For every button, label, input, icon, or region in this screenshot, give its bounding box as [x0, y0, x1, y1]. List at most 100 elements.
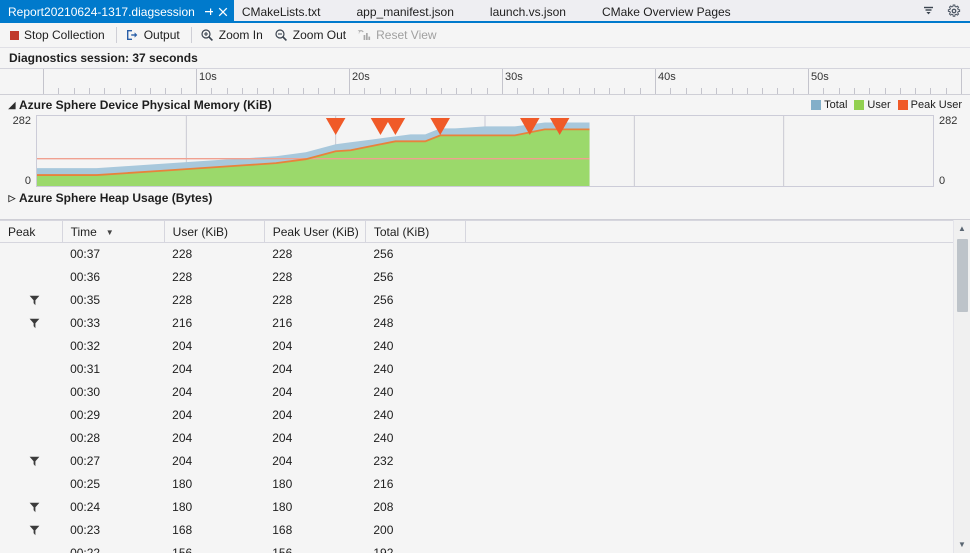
table-row[interactable]: 00:29 204 204 240 [0, 403, 953, 427]
ruler-minor-tick [395, 88, 396, 94]
ruler-minor-tick [120, 88, 121, 94]
cell-filler [465, 266, 953, 289]
output-label: Output [143, 28, 180, 42]
scrollbar-thumb[interactable] [956, 239, 968, 312]
cell-time: 00:29 [70, 408, 101, 422]
cell-filler [465, 358, 953, 381]
cell-peak-user: 204 [272, 431, 293, 445]
svg-text:?: ? [358, 30, 361, 36]
tab-list-dropdown-icon[interactable] [920, 3, 936, 19]
ruler-minor-tick [732, 88, 733, 94]
table-header-filler[interactable] [465, 220, 953, 243]
cell-peak [0, 266, 62, 289]
scrollbar-track[interactable] [954, 237, 970, 536]
output-button[interactable]: Output [121, 26, 187, 44]
cell-filler [465, 289, 953, 312]
memory-chart-svg [37, 116, 785, 186]
table-header-peak_user[interactable]: Peak User (KiB) [264, 220, 366, 243]
scroll-down-arrow-icon[interactable]: ▼ [954, 536, 970, 553]
table-row[interactable]: 00:24 180 180 208 [0, 495, 953, 519]
memory-chart-plot-area[interactable] [36, 115, 934, 187]
table-header-user[interactable]: User (KiB) [164, 220, 265, 243]
ruler-minor-tick [686, 88, 687, 94]
table-row[interactable]: 00:36 228 228 256 [0, 265, 953, 289]
timeline-ruler[interactable]: 10s 20s 30s 40s 50s [0, 69, 970, 95]
cell-time: 00:31 [70, 362, 101, 376]
tab-label: CMakeLists.txt [241, 4, 321, 19]
cell-peak [0, 450, 62, 473]
legend-swatch-user [854, 100, 865, 110]
table-row[interactable]: 00:35 228 228 256 [0, 288, 953, 312]
tab-app-manifest[interactable]: app_manifest.json [335, 0, 468, 23]
heap-usage-graph-header[interactable]: ▷ Azure Sphere Heap Usage (Bytes) [0, 187, 970, 209]
table-vertical-scrollbar[interactable]: ▲ ▼ [953, 220, 970, 553]
legend-item-peak-user: Peak User [897, 99, 962, 111]
cell-filler [465, 312, 953, 335]
table-row[interactable]: 00:31 204 204 240 [0, 357, 953, 381]
table-row[interactable]: 00:27 204 204 232 [0, 449, 953, 473]
peak-marker-icon [29, 525, 40, 536]
table-row[interactable]: 00:33 216 216 248 [0, 311, 953, 335]
pin-icon[interactable] [201, 3, 216, 20]
cell-time: 00:30 [70, 385, 101, 399]
tab-cmakelists[interactable]: CMakeLists.txt [234, 0, 335, 23]
ruler-minor-tick [701, 88, 702, 94]
memory-events-table: Peak Time ▼ User (KiB) Peak User (KiB) Total … [0, 220, 953, 553]
physical-memory-graph-title: Azure Sphere Device Physical Memory (KiB… [19, 98, 272, 112]
settings-gear-icon[interactable] [946, 3, 962, 19]
reset-view-button[interactable]: ? Reset View [353, 26, 443, 44]
cell-user: 228 [172, 293, 193, 307]
ruler-minor-tick [58, 88, 59, 94]
cell-peak-user: 204 [272, 408, 293, 422]
cell-user: 216 [172, 316, 193, 330]
cell-time: 00:33 [70, 316, 101, 330]
ruler-minor-tick [288, 88, 289, 94]
table-row[interactable]: 00:37 228 228 256 [0, 242, 953, 266]
cell-time: 00:22 [70, 546, 101, 553]
ruler-minor-tick [670, 88, 671, 94]
legend-swatch-total [811, 100, 822, 110]
close-icon[interactable] [216, 3, 231, 20]
tab-cmake-overview-pages[interactable]: CMake Overview Pages [580, 0, 745, 23]
ruler-minor-tick [716, 88, 717, 94]
ruler-minor-tick [777, 88, 778, 94]
table-header-total[interactable]: Total (KiB) [365, 220, 466, 243]
cell-filler [465, 335, 953, 358]
cell-total: 240 [373, 339, 394, 353]
table-header-time[interactable]: Time ▼ [62, 220, 165, 243]
stop-collection-button[interactable]: Stop Collection [6, 26, 112, 44]
table-row[interactable]: 00:30 204 204 240 [0, 380, 953, 404]
table-row[interactable]: 00:23 168 168 200 [0, 518, 953, 542]
cell-total: 240 [373, 431, 394, 445]
table-row[interactable]: 00:22 156 156 192 [0, 541, 953, 553]
ruler-minor-tick [548, 88, 549, 94]
scroll-up-arrow-icon[interactable]: ▲ [954, 220, 970, 237]
ruler-minor-tick [885, 88, 886, 94]
ruler-minor-tick [242, 88, 243, 94]
cell-total: 216 [373, 477, 394, 491]
tab-launch-vs-json[interactable]: launch.vs.json [468, 0, 580, 23]
zoom-out-button[interactable]: Zoom Out [270, 26, 353, 44]
table-header-label: Total (KiB) [373, 224, 430, 239]
cell-total: 240 [373, 362, 394, 376]
cell-peak [0, 381, 62, 404]
ruler-minor-tick [426, 88, 427, 94]
expand-twisty-icon[interactable]: ▷ [6, 193, 18, 204]
ruler-minor-tick [517, 88, 518, 94]
cell-total: 240 [373, 408, 394, 422]
physical-memory-graph-header[interactable]: ◢ Azure Sphere Device Physical Memory (K… [0, 95, 970, 115]
ruler-minor-tick [211, 88, 212, 94]
table-row[interactable]: 00:25 180 180 216 [0, 472, 953, 496]
table-row[interactable]: 00:28 204 204 240 [0, 426, 953, 450]
table-header-peak[interactable]: Peak [0, 220, 63, 243]
tab-report-diagsession[interactable]: Report20210624-1317.diagsession [0, 0, 234, 23]
collapse-twisty-icon[interactable]: ◢ [6, 100, 18, 111]
sort-descending-icon[interactable]: ▼ [106, 228, 114, 237]
ruler-minor-tick [533, 88, 534, 94]
y-axis-max-right: 282 [939, 115, 958, 127]
table-row[interactable]: 00:32 204 204 240 [0, 334, 953, 358]
diagnostics-hub-window: Report20210624-1317.diagsession CMakeLis… [0, 0, 970, 553]
cell-peak [0, 519, 62, 542]
cell-peak [0, 243, 62, 266]
zoom-in-button[interactable]: Zoom In [196, 26, 270, 44]
